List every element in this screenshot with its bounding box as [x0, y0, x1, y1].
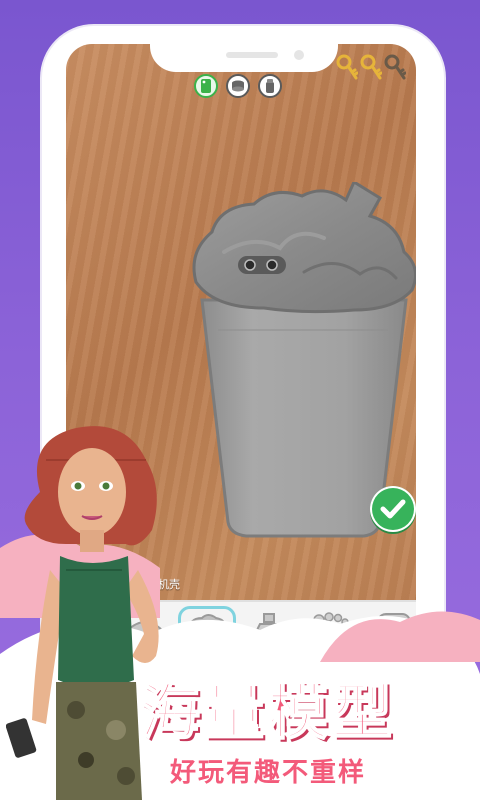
- phone-case-icon[interactable]: [194, 74, 218, 98]
- pink-cloud-right: [320, 611, 480, 662]
- speaker-grille: [226, 52, 278, 58]
- salt-shaker-icon[interactable]: [258, 74, 282, 98]
- mode-icons: [194, 74, 282, 98]
- keys-collected: [336, 54, 406, 82]
- banner-title: 海量模型: [139, 677, 396, 749]
- key-icon: [360, 54, 382, 80]
- phone-notch: [150, 26, 338, 72]
- banner-subtitle: 好玩有趣不重样: [170, 758, 367, 788]
- coin-stack-icon[interactable]: [226, 74, 250, 98]
- checkmark-icon: [380, 499, 406, 519]
- key-empty-icon: [384, 54, 406, 80]
- front-camera: [294, 50, 304, 60]
- key-icon: [336, 54, 358, 80]
- confirm-button[interactable]: [370, 486, 416, 532]
